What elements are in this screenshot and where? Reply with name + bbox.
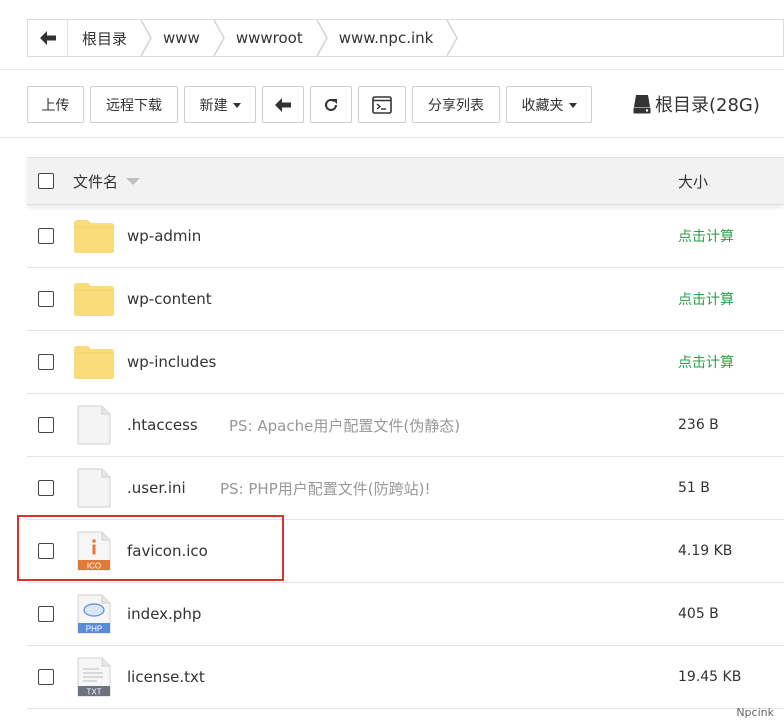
folder-icon — [73, 216, 115, 256]
row-checkbox[interactable] — [38, 480, 54, 496]
new-label: 新建 — [199, 97, 228, 114]
file-name[interactable]: license.txt — [127, 668, 205, 686]
row-checkbox[interactable] — [38, 228, 54, 244]
upload-button[interactable]: 上传 — [27, 86, 84, 123]
table-row[interactable]: PHP index.php 405 B — [27, 583, 784, 646]
file-remark: PS: PHP用户配置文件(防跨站)! — [220, 479, 431, 498]
refresh-icon — [325, 98, 337, 111]
arrow-left-icon — [275, 97, 291, 112]
back-button[interactable] — [262, 86, 304, 123]
table-row[interactable]: .htaccess PS: Apache用户配置文件(伪静态) 236 B — [27, 394, 784, 457]
sort-desc-icon — [126, 177, 141, 185]
column-header-size[interactable]: 大小 — [678, 171, 708, 192]
remote-download-label: 远程下载 — [106, 97, 162, 114]
watermark: Npcink — [736, 706, 774, 719]
blank-file-icon — [73, 405, 115, 445]
file-size: 19.45 KB — [678, 669, 742, 685]
breadcrumb-label: wwwroot — [235, 29, 303, 47]
blank-file-icon — [73, 468, 115, 508]
breadcrumb-label: www.npc.ink — [338, 29, 434, 47]
back-icon[interactable] — [28, 20, 68, 56]
breadcrumb-item-wwwroot[interactable]: wwwroot — [222, 20, 328, 56]
terminal-icon — [372, 95, 392, 114]
row-checkbox[interactable] — [38, 606, 54, 622]
new-dropdown-button[interactable]: 新建 — [184, 86, 256, 123]
file-size: 236 B — [678, 417, 719, 433]
breadcrumb: 根目录 www wwwroot www.npc.ink — [27, 19, 784, 57]
file-table: 文件名 大小 wp-admin 点击计算 wp-content 点击计算 wp-… — [27, 157, 784, 709]
calc-size-link[interactable]: 点击计算 — [678, 352, 734, 372]
row-checkbox[interactable] — [38, 291, 54, 307]
remote-download-button[interactable]: 远程下载 — [90, 86, 178, 123]
favorites-dropdown-button[interactable]: 收藏夹 — [506, 86, 592, 123]
file-name[interactable]: index.php — [127, 605, 201, 623]
divider — [0, 137, 784, 138]
refresh-button[interactable] — [310, 86, 352, 123]
terminal-button[interactable] — [358, 86, 406, 123]
file-size: 405 B — [678, 606, 719, 622]
file-name[interactable]: wp-content — [127, 290, 212, 308]
folder-icon — [73, 279, 115, 319]
disk-info: 根目录(28G) — [633, 91, 760, 117]
php-file-icon: PHP — [73, 594, 115, 634]
share-list-label: 分享列表 — [428, 97, 484, 114]
select-all-checkbox[interactable] — [38, 173, 54, 189]
column-name-label: 文件名 — [73, 172, 119, 191]
caret-down-icon — [232, 103, 241, 108]
table-row[interactable]: wp-admin 点击计算 — [27, 205, 784, 268]
table-row[interactable]: .user.ini PS: PHP用户配置文件(防跨站)! 51 B — [27, 457, 784, 520]
breadcrumb-label: 根目录 — [82, 29, 128, 48]
breadcrumb-item-site[interactable]: www.npc.ink — [325, 20, 459, 56]
row-checkbox[interactable] — [38, 417, 54, 433]
file-name[interactable]: wp-admin — [127, 227, 201, 245]
share-list-button[interactable]: 分享列表 — [412, 86, 500, 123]
breadcrumb-item-www[interactable]: www — [149, 20, 225, 56]
file-remark: PS: Apache用户配置文件(伪静态) — [229, 416, 461, 435]
hard-drive-icon — [633, 95, 651, 114]
table-row[interactable]: TXT license.txt 19.45 KB — [27, 646, 784, 709]
txt-badge: TXT — [86, 688, 101, 697]
table-row[interactable]: wp-content 点击计算 — [27, 268, 784, 331]
calc-size-link[interactable]: 点击计算 — [678, 226, 734, 246]
row-checkbox[interactable] — [38, 669, 54, 685]
upload-label: 上传 — [41, 97, 70, 114]
row-checkbox[interactable] — [38, 354, 54, 370]
table-row[interactable]: wp-includes 点击计算 — [27, 331, 784, 394]
disk-label: 根目录(28G) — [655, 95, 760, 116]
breadcrumb-label: www — [163, 29, 200, 47]
breadcrumb-item-root[interactable]: 根目录 — [68, 20, 152, 56]
calc-size-link[interactable]: 点击计算 — [678, 289, 734, 309]
file-size: 51 B — [678, 480, 710, 496]
column-header-name[interactable]: 文件名 — [73, 171, 141, 192]
toolbar: 上传 远程下载 新建 分享列表 收藏夹 — [27, 86, 598, 123]
txt-file-icon: TXT — [73, 657, 115, 697]
file-size: 4.19 KB — [678, 543, 733, 559]
highlight-box — [17, 515, 284, 581]
caret-down-icon — [568, 103, 577, 108]
folder-icon — [73, 342, 115, 382]
php-badge: PHP — [86, 625, 102, 634]
file-name[interactable]: wp-includes — [127, 353, 216, 371]
file-name[interactable]: .user.ini — [127, 479, 186, 497]
favorites-label: 收藏夹 — [521, 97, 564, 114]
file-name[interactable]: .htaccess — [127, 416, 198, 434]
divider — [0, 69, 784, 70]
table-header: 文件名 大小 — [27, 157, 784, 205]
